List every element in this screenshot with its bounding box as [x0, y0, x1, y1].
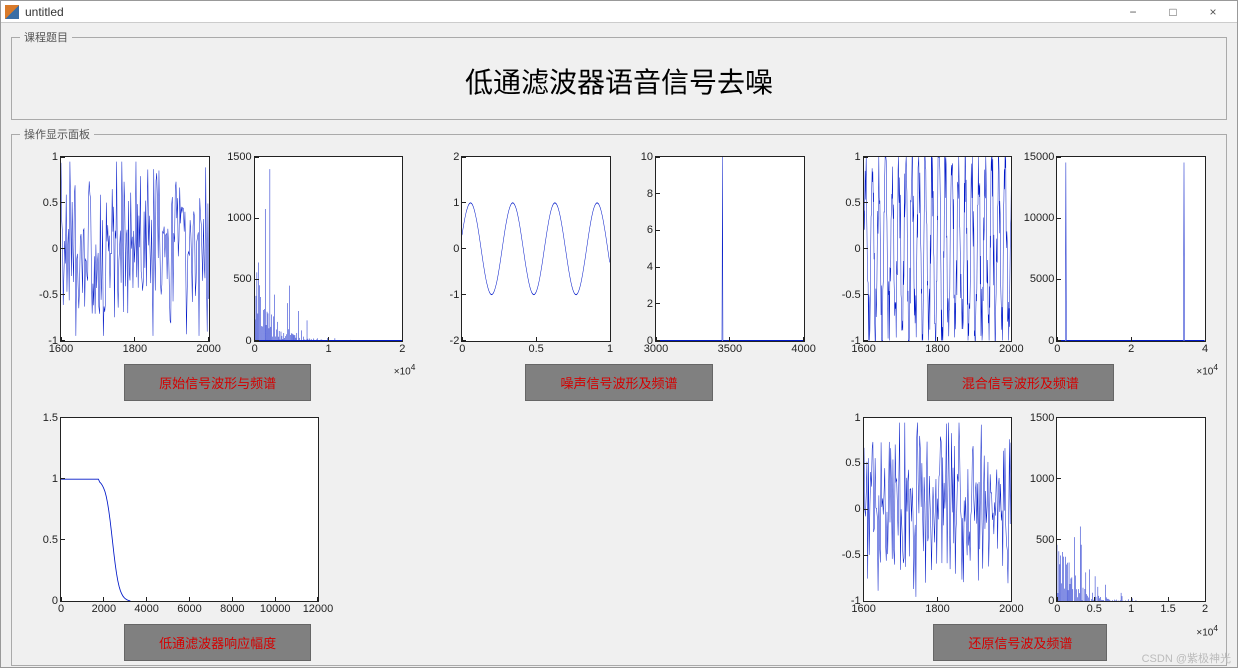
cell-original: -1-0.500.51160018002000 050010001500012×… [26, 150, 409, 401]
chart-mix-time: -1-0.500.51160018002000 [829, 150, 1019, 360]
chart-orig-freq: 050010001500012×104 [220, 150, 410, 360]
maximize-button[interactable]: □ [1153, 2, 1193, 22]
window-title: untitled [25, 5, 1113, 19]
noise-button[interactable]: 噪声信号波形及频谱 [525, 364, 712, 401]
chart-restored-freq: 05001000150000.511.52×104 [1022, 411, 1212, 621]
display-group: 操作显示面板 -1-0.500.51160018002000 050010001… [11, 126, 1227, 666]
app-window: untitled − □ × 课程题目 低通滤波器语音信号去噪 操作显示面板 -… [0, 0, 1238, 668]
cell-empty [427, 411, 810, 662]
cell-filter: 00.511.5020004000600080001000012000 低通滤波… [26, 411, 409, 662]
restored-button[interactable]: 还原信号波及频谱 [933, 624, 1107, 661]
mixed-button[interactable]: 混合信号波形及频谱 [927, 364, 1114, 401]
cell-restored: -1-0.500.51160018002000 05001000150000.5… [829, 411, 1212, 662]
chart-noise-freq: 0246810300035004000 [621, 150, 811, 360]
chart-noise-time: -2-101200.51 [427, 150, 617, 360]
chart-filter-resp: 00.511.5020004000600080001000012000 [26, 411, 325, 621]
chart-orig-time: -1-0.500.51160018002000 [26, 150, 216, 360]
titlebar[interactable]: untitled − □ × [1, 1, 1237, 23]
display-legend: 操作显示面板 [20, 126, 94, 142]
watermark: CSDN @紫极神光 [1142, 650, 1231, 666]
filter-button[interactable]: 低通滤波器响应幅度 [124, 624, 311, 661]
chart-mix-freq: 050001000015000024×104 [1022, 150, 1212, 360]
chart-restored-time: -1-0.500.51160018002000 [829, 411, 1019, 621]
cell-mixed: -1-0.500.51160018002000 0500010000150000… [829, 150, 1212, 401]
original-button[interactable]: 原始信号波形与频谱 [124, 364, 311, 401]
page-title: 低通滤波器语音信号去噪 [20, 49, 1218, 115]
topic-legend: 课程题目 [20, 29, 72, 45]
minimize-button[interactable]: − [1113, 2, 1153, 22]
cell-noise: -2-101200.51 0246810300035004000 噪声信号波形及… [427, 150, 810, 401]
topic-group: 课程题目 低通滤波器语音信号去噪 [11, 29, 1227, 120]
close-button[interactable]: × [1193, 2, 1233, 22]
app-icon [5, 5, 19, 19]
